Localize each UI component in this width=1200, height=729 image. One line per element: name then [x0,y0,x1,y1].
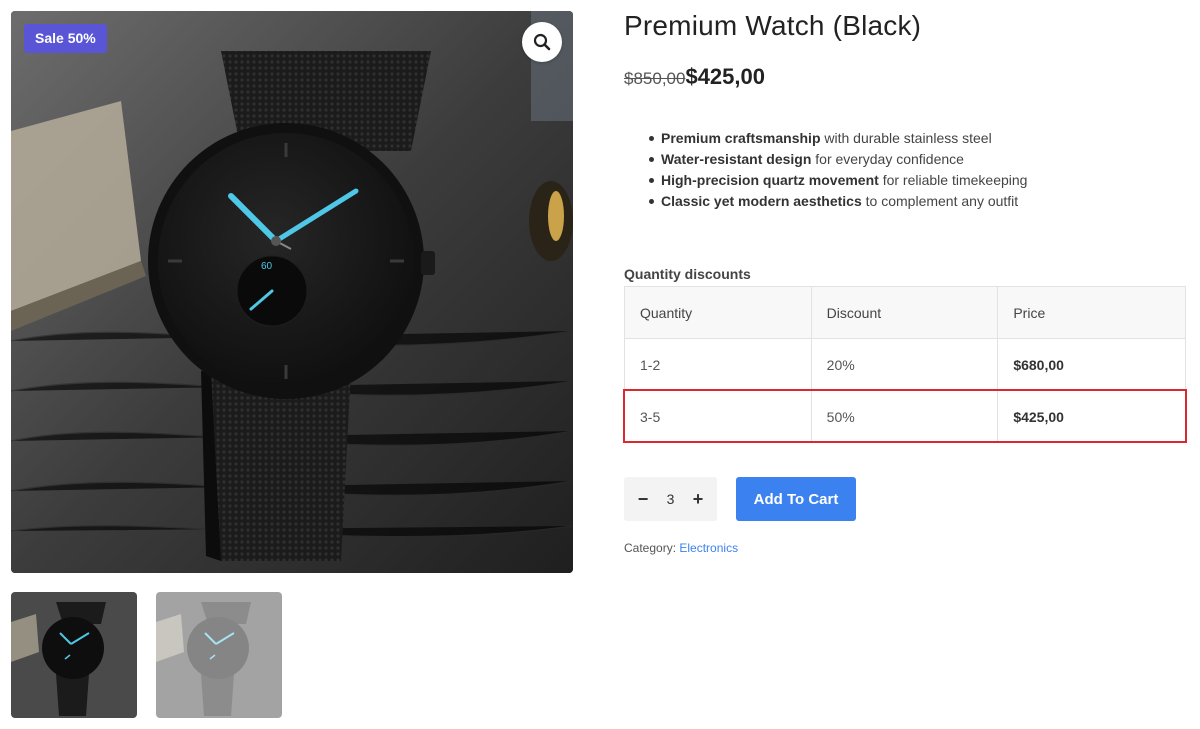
feature-text: for everyday confidence [811,151,964,167]
zoom-button[interactable] [522,22,562,62]
category-link[interactable]: Electronics [679,541,738,555]
quantity-discounts-table: Quantity Discount Price 1-2 20% $680,00 … [624,286,1186,443]
feature-text: with durable stainless steel [820,130,992,146]
sale-badge: Sale 50% [24,24,107,53]
watch-thumbnail-image [11,592,137,718]
table-row: 3-5 50% $425,00 [624,390,1186,443]
column-header: Quantity [624,286,812,339]
column-header: Discount [810,286,999,339]
feature-bold: Premium craftsmanship [661,130,821,146]
sale-price: $425,00 [685,64,765,89]
regular-price: $850,00 [624,69,686,88]
increase-quantity-button[interactable]: + [691,489,705,510]
quantity-stepper[interactable]: − 3 + [624,477,717,521]
watch-thumbnail-image [156,592,282,718]
main-product-image[interactable]: 60 [11,11,573,573]
feature-text: to complement any outfit [861,193,1019,209]
price: $850,00$425,00 [624,64,765,90]
feature-list: Premium craftsmanship with durable stain… [624,128,1027,212]
feature-item: High-precision quartz movement for relia… [624,170,1027,191]
quantity-discounts-label: Quantity discounts [624,266,751,282]
decrease-quantity-button[interactable]: − [636,489,650,510]
feature-item: Classic yet modern aesthetics to complem… [624,191,1027,212]
feature-bold: Water-resistant design [661,151,812,167]
feature-text: for reliable timekeeping [878,172,1028,188]
watch-illustration: 60 [11,11,573,573]
quantity-cell: 3-5 [624,390,812,443]
price-cell: $425,00 [997,390,1186,443]
feature-bold: High-precision quartz movement [661,172,879,188]
discount-cell: 50% [810,390,999,443]
price-cell: $680,00 [997,338,1186,391]
quantity-cell: 1-2 [624,338,812,391]
thumbnail-2[interactable] [156,592,282,718]
magnifier-icon [533,33,551,51]
quantity-value[interactable]: 3 [667,491,675,507]
product-title: Premium Watch (Black) [624,10,922,41]
feature-item: Premium craftsmanship with durable stain… [624,128,1027,149]
category-label: Category: [624,541,677,555]
feature-item: Water-resistant design for everyday conf… [624,149,1027,170]
add-to-cart-button[interactable]: Add To Cart [736,477,856,521]
feature-bold: Classic yet modern aesthetics [661,193,862,209]
discount-cell: 20% [810,338,999,391]
table-header-row: Quantity Discount Price [624,286,1186,339]
table-row: 1-2 20% $680,00 [624,338,1186,391]
column-header: Price [997,286,1186,339]
subdial-label: 60 [261,261,273,272]
thumbnail-1[interactable] [11,592,137,718]
product-category: Category: Electronics [624,541,738,555]
